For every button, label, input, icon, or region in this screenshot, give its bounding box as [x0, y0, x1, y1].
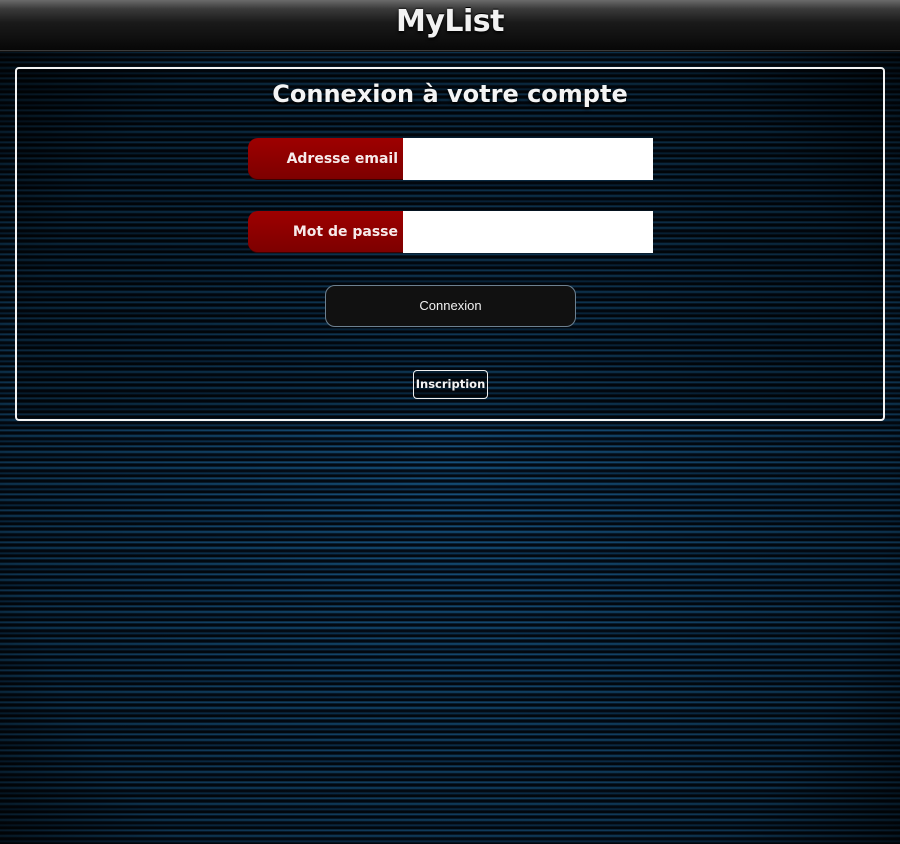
login-panel: Connexion à votre compte Adresse email M… [15, 67, 885, 421]
login-button[interactable]: Connexion [325, 285, 576, 327]
email-field-group: Adresse email [248, 138, 653, 180]
password-field-group: Mot de passe [248, 211, 653, 253]
login-panel-title: Connexion à votre compte [272, 80, 628, 108]
email-input[interactable] [403, 138, 653, 180]
password-label: Mot de passe [248, 211, 403, 253]
email-label: Adresse email [248, 138, 403, 180]
password-input[interactable] [403, 211, 653, 253]
app-title: MyList [395, 4, 505, 39]
signup-button[interactable]: Inscription [413, 370, 488, 399]
app-header: MyList [0, 0, 900, 51]
